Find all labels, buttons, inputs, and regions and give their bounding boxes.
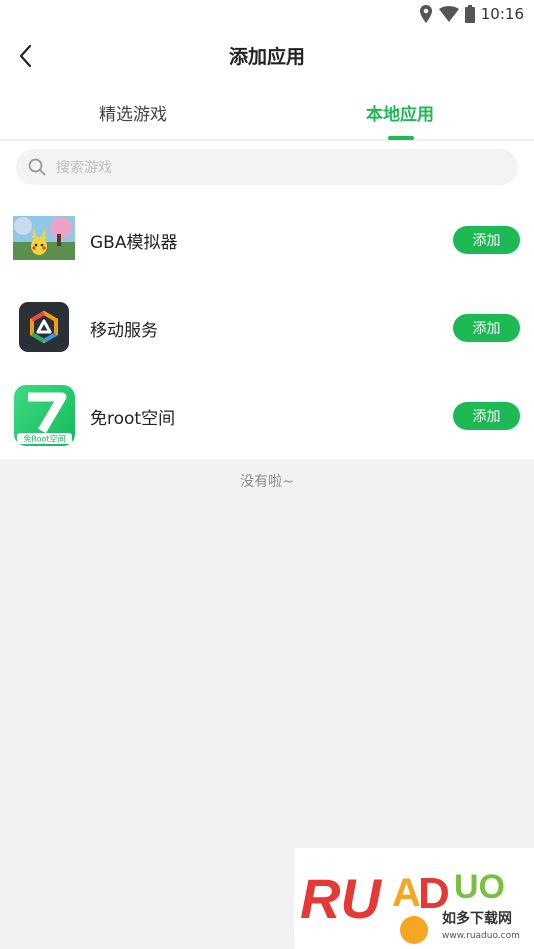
wifi-icon (438, 6, 459, 22)
tab-bar: 精选游戏 本地应用 (0, 84, 534, 140)
watermark-cn: 如多下载网 (442, 910, 512, 927)
svg-text:RU: RU (300, 867, 382, 930)
list-item: 免Root空间 免root空间 添加 (0, 371, 534, 459)
svg-text:A: A (392, 871, 421, 915)
list-item: GBA模拟器 添加 (0, 195, 534, 283)
page-title: 添加应用 (228, 46, 305, 68)
list-item: 移动服务 添加 (0, 283, 534, 371)
add-button[interactable]: 添加 (453, 314, 520, 342)
app-name: GBA模拟器 (90, 233, 178, 253)
icon-label: 免Root空间 (23, 434, 65, 444)
status-time: 10:16 (480, 5, 524, 23)
svg-text:UO: UO (454, 868, 505, 906)
end-of-list-message: 没有啦~ (240, 474, 294, 490)
screen: 10:16 添加应用 精选游戏 本地应用 搜索游戏 GBA模拟器 添加 移动服务… (0, 0, 534, 949)
tab-local-apps[interactable]: 本地应用 (325, 100, 475, 125)
add-button[interactable]: 添加 (453, 402, 520, 430)
search-icon (28, 158, 46, 176)
watermark-logo: RU A D UO 如多下载网 www.ruaduo.com (294, 848, 534, 949)
battery-icon (464, 5, 475, 23)
status-icons: 10:16 (419, 4, 524, 24)
status-bar: 10:16 (0, 0, 534, 28)
no-root-space-icon: 免Root空间 (14, 385, 75, 446)
active-tab-indicator (388, 136, 414, 140)
location-icon (419, 5, 432, 23)
search-placeholder: 搜索游戏 (56, 160, 112, 176)
watermark-url: www.ruaduo.com (442, 931, 520, 941)
header: 添加应用 (0, 28, 534, 84)
search-section: 搜索游戏 (0, 141, 534, 195)
search-input[interactable]: 搜索游戏 (16, 149, 518, 185)
mobile-service-icon (18, 301, 70, 353)
app-name: 移动服务 (90, 321, 158, 341)
app-name: 免root空间 (90, 409, 176, 429)
gba-emulator-icon (13, 216, 75, 260)
app-list: GBA模拟器 添加 移动服务 添加 免Root空间 免root空间 添加 (0, 195, 534, 459)
tab-featured-games[interactable]: 精选游戏 (58, 100, 208, 125)
add-button[interactable]: 添加 (453, 226, 520, 254)
